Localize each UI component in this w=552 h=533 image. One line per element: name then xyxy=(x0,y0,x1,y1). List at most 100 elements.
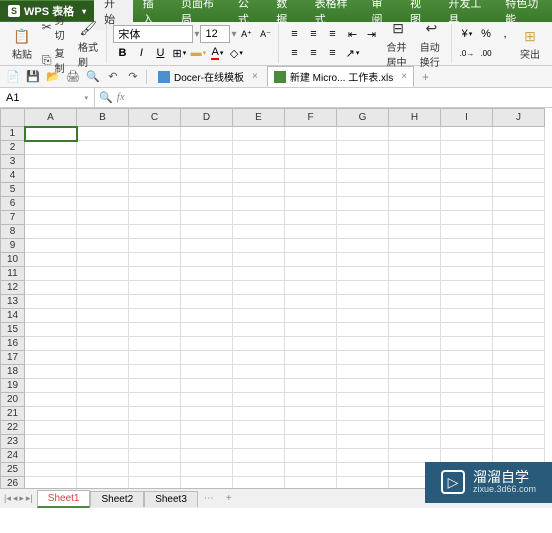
cell[interactable] xyxy=(389,197,441,211)
cell[interactable] xyxy=(389,211,441,225)
cell[interactable] xyxy=(233,351,285,365)
cut-button[interactable]: ✂ 剪切 xyxy=(38,11,72,43)
cell[interactable] xyxy=(285,463,337,477)
row-header[interactable]: 26 xyxy=(1,477,25,489)
sheet-nav-last-icon[interactable]: ▸| xyxy=(26,493,33,504)
cell[interactable] xyxy=(129,309,181,323)
insert-function-icon[interactable]: 🔍 xyxy=(99,91,113,104)
row-header[interactable]: 5 xyxy=(1,183,25,197)
cell[interactable] xyxy=(493,365,545,379)
cell[interactable] xyxy=(129,295,181,309)
column-header[interactable]: A xyxy=(25,109,77,127)
cell[interactable] xyxy=(25,421,77,435)
font-size-select[interactable] xyxy=(200,25,230,43)
cell[interactable] xyxy=(77,365,129,379)
cell[interactable] xyxy=(25,281,77,295)
cell[interactable] xyxy=(441,239,493,253)
cell[interactable] xyxy=(25,155,77,169)
cell[interactable] xyxy=(389,435,441,449)
cell[interactable] xyxy=(129,365,181,379)
cell[interactable] xyxy=(337,309,389,323)
cell[interactable] xyxy=(337,435,389,449)
cell[interactable] xyxy=(493,351,545,365)
cell[interactable] xyxy=(129,253,181,267)
cell[interactable] xyxy=(441,337,493,351)
cell[interactable] xyxy=(337,253,389,267)
cell[interactable] xyxy=(285,141,337,155)
cell[interactable] xyxy=(233,393,285,407)
cell[interactable] xyxy=(285,281,337,295)
cell[interactable] xyxy=(493,449,545,463)
add-sheet-button[interactable]: + xyxy=(220,493,238,504)
align-top-button[interactable]: ≡ xyxy=(285,25,303,43)
cell[interactable] xyxy=(77,309,129,323)
cell[interactable] xyxy=(337,127,389,141)
row-header[interactable]: 20 xyxy=(1,393,25,407)
cell[interactable] xyxy=(181,127,233,141)
cell[interactable] xyxy=(285,407,337,421)
cell[interactable] xyxy=(77,393,129,407)
align-middle-button[interactable]: ≡ xyxy=(304,25,322,43)
cell[interactable] xyxy=(25,169,77,183)
cell[interactable] xyxy=(441,225,493,239)
cell[interactable] xyxy=(389,239,441,253)
cell[interactable] xyxy=(25,295,77,309)
cell[interactable] xyxy=(77,435,129,449)
row-header[interactable]: 4 xyxy=(1,169,25,183)
cell[interactable] xyxy=(233,407,285,421)
row-header[interactable]: 1 xyxy=(1,127,25,141)
cell[interactable] xyxy=(337,365,389,379)
cell[interactable] xyxy=(441,309,493,323)
cell[interactable] xyxy=(285,477,337,489)
row-header[interactable]: 23 xyxy=(1,435,25,449)
cell[interactable] xyxy=(233,323,285,337)
cell[interactable] xyxy=(337,337,389,351)
cell[interactable] xyxy=(493,281,545,295)
cell[interactable] xyxy=(337,463,389,477)
cell[interactable] xyxy=(77,477,129,489)
cell[interactable] xyxy=(129,477,181,489)
cell[interactable] xyxy=(129,393,181,407)
cell[interactable] xyxy=(25,253,77,267)
cell[interactable] xyxy=(25,379,77,393)
row-header[interactable]: 18 xyxy=(1,365,25,379)
cell[interactable] xyxy=(493,323,545,337)
cell[interactable] xyxy=(337,351,389,365)
cell[interactable] xyxy=(389,295,441,309)
cell[interactable] xyxy=(181,477,233,489)
cell[interactable] xyxy=(389,393,441,407)
sheet-menu-icon[interactable]: ⋯ xyxy=(198,493,220,504)
cell[interactable] xyxy=(77,211,129,225)
cell[interactable] xyxy=(389,127,441,141)
cell[interactable] xyxy=(129,239,181,253)
cell[interactable] xyxy=(441,449,493,463)
row-header[interactable]: 8 xyxy=(1,225,25,239)
cell[interactable] xyxy=(285,267,337,281)
cell[interactable] xyxy=(25,197,77,211)
cell[interactable] xyxy=(389,365,441,379)
cell[interactable] xyxy=(129,141,181,155)
cell[interactable] xyxy=(233,435,285,449)
row-header[interactable]: 21 xyxy=(1,407,25,421)
row-header[interactable]: 22 xyxy=(1,421,25,435)
underline-button[interactable]: U xyxy=(151,44,169,62)
cell[interactable] xyxy=(77,169,129,183)
border-button[interactable]: ⊞ xyxy=(170,44,188,62)
cell[interactable] xyxy=(233,309,285,323)
cell[interactable] xyxy=(389,155,441,169)
cell[interactable] xyxy=(25,183,77,197)
cell[interactable] xyxy=(441,253,493,267)
cell[interactable] xyxy=(181,225,233,239)
cell[interactable] xyxy=(337,197,389,211)
cell[interactable] xyxy=(493,295,545,309)
cell[interactable] xyxy=(493,141,545,155)
bold-button[interactable]: B xyxy=(113,44,131,62)
cell[interactable] xyxy=(233,211,285,225)
cell[interactable] xyxy=(233,281,285,295)
name-box[interactable]: A1 xyxy=(0,88,95,107)
cell[interactable] xyxy=(129,337,181,351)
increase-font-button[interactable]: A⁺ xyxy=(237,25,255,43)
add-doc-tab-button[interactable]: + xyxy=(416,70,435,84)
cell[interactable] xyxy=(181,211,233,225)
cell[interactable] xyxy=(493,155,545,169)
